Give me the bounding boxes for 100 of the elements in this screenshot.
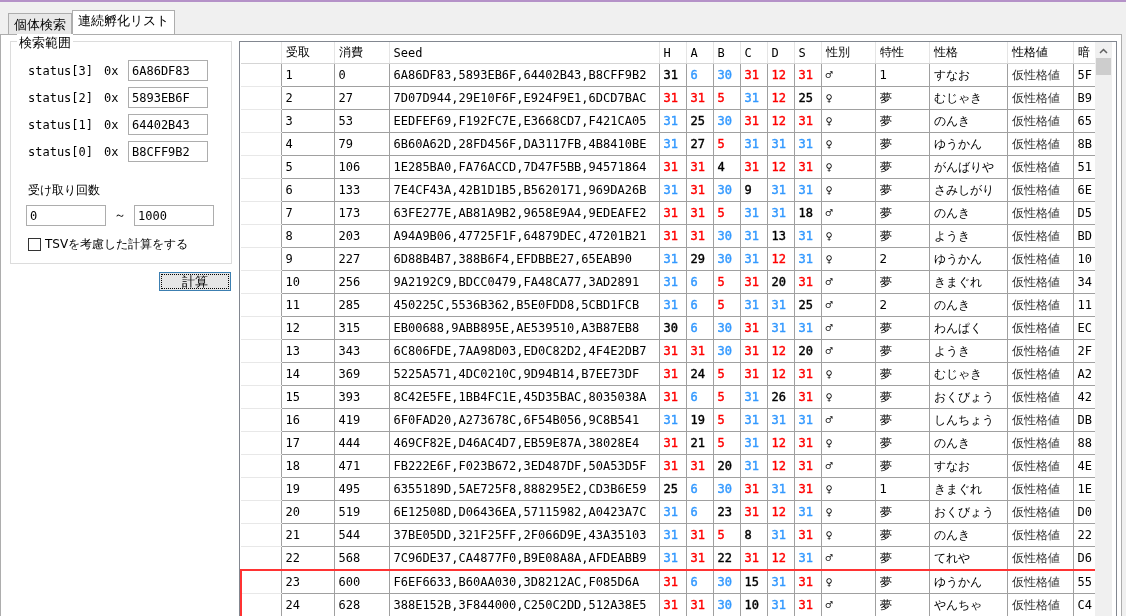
- column-header[interactable]: S: [794, 42, 821, 64]
- column-header[interactable]: 性格値: [1007, 42, 1073, 64]
- table-cell: ♀: [821, 247, 875, 271]
- table-cell: ♀: [821, 500, 875, 524]
- table-cell: 6355189D,5AE725F8,888295E2,CD3B6E59: [389, 477, 659, 501]
- iv-value: 30: [717, 344, 732, 358]
- table-cell: 夢: [875, 86, 929, 110]
- table-cell: 315: [334, 316, 389, 340]
- status-field[interactable]: 5893EB6F: [128, 87, 208, 108]
- iv-value: 31: [744, 482, 759, 496]
- range-separator: ～: [114, 207, 126, 224]
- iv-value: 15: [744, 575, 759, 589]
- column-header[interactable]: 消費: [334, 42, 389, 64]
- table-cell: すなお: [929, 454, 1007, 478]
- iv-value: 31: [771, 528, 786, 542]
- table-cell: 21: [281, 523, 334, 547]
- scrollbar-thumb[interactable]: [1096, 58, 1111, 75]
- iv-value: 5: [717, 436, 725, 450]
- iv-value: 6: [690, 321, 698, 335]
- column-header[interactable]: 性格: [929, 42, 1007, 64]
- iv-value: 31: [663, 183, 678, 197]
- column-header[interactable]: C: [740, 42, 767, 64]
- table-cell: すなお: [929, 63, 1007, 87]
- column-header[interactable]: B: [713, 42, 740, 64]
- table-cell: 仮性格値: [1007, 408, 1073, 432]
- table-cell: ♀: [821, 570, 875, 594]
- iv-value: 31: [771, 298, 786, 312]
- iv-value: 31: [690, 91, 705, 105]
- range-to-field[interactable]: 1000: [134, 205, 214, 226]
- column-header[interactable]: A: [686, 42, 713, 64]
- table-cell: 2: [875, 293, 929, 317]
- iv-value: 5: [717, 275, 725, 289]
- table-cell: さみしがり: [929, 178, 1007, 202]
- iv-value: 5: [717, 390, 725, 404]
- table-cell: 夢: [875, 270, 929, 294]
- iv-value: 31: [771, 321, 786, 335]
- hex-prefix: 0x: [104, 63, 120, 78]
- range-from-field[interactable]: 0: [26, 205, 106, 226]
- table-cell: 6B60A62D,28FD456F,DA3117FB,4B8410BE: [389, 132, 659, 156]
- status-field[interactable]: 64402B43: [128, 114, 208, 135]
- iv-value: 31: [798, 436, 813, 450]
- iv-value: 31: [798, 482, 813, 496]
- table-cell: 600: [334, 570, 389, 594]
- table-cell: 夢: [875, 431, 929, 455]
- table-cell: 夢: [875, 178, 929, 202]
- iv-value: 20: [798, 344, 813, 358]
- table-cell: 23: [281, 570, 334, 594]
- table-cell: ♀: [821, 155, 875, 179]
- status-field[interactable]: B8CFF9B2: [128, 141, 208, 162]
- table-cell: ♂: [821, 270, 875, 294]
- iv-value: 30: [717, 183, 732, 197]
- iv-value: 20: [771, 275, 786, 289]
- tab[interactable]: 連続孵化リスト: [72, 10, 175, 34]
- iv-value: 31: [744, 160, 759, 174]
- column-header[interactable]: D: [767, 42, 794, 64]
- iv-value: 31: [690, 160, 705, 174]
- table-cell: 夢: [875, 454, 929, 478]
- table-cell: EEDFEF69,F192FC7E,E3668CD7,F421CA05: [389, 109, 659, 133]
- iv-value: 31: [771, 575, 786, 589]
- table-cell: ♂: [821, 454, 875, 478]
- column-header[interactable]: 特性: [875, 42, 929, 64]
- table-cell: むじゃき: [929, 86, 1007, 110]
- iv-value: 25: [798, 298, 813, 312]
- table-cell: 1: [281, 63, 334, 87]
- scrollbar[interactable]: [1095, 42, 1112, 616]
- column-header[interactable]: 性別: [821, 42, 875, 64]
- table-cell: 444: [334, 431, 389, 455]
- table-cell: 1: [875, 63, 929, 87]
- table-cell: おくびょう: [929, 500, 1007, 524]
- iv-value: 31: [798, 459, 813, 473]
- table-cell: 夢: [875, 224, 929, 248]
- table-cell: ♂: [821, 339, 875, 363]
- iv-value: 6: [690, 482, 698, 496]
- table-cell: 15: [281, 385, 334, 409]
- column-header[interactable]: H: [659, 42, 686, 64]
- iv-value: 31: [771, 137, 786, 151]
- iv-value: 30: [717, 114, 732, 128]
- iv-value: 31: [690, 206, 705, 220]
- tab[interactable]: 個体検索: [8, 13, 72, 34]
- table-cell: 仮性格値: [1007, 109, 1073, 133]
- table-cell: ♂: [821, 316, 875, 340]
- status-label: status[3]: [28, 63, 95, 78]
- iv-value: 19: [690, 413, 705, 427]
- checkbox[interactable]: [28, 238, 41, 251]
- calculate-button[interactable]: 計算: [159, 272, 231, 291]
- iv-value: 31: [663, 367, 678, 381]
- table-cell: 夢: [875, 155, 929, 179]
- status-label: status[0]: [28, 144, 95, 159]
- table-cell: ♀: [821, 523, 875, 547]
- iv-value: 31: [798, 183, 813, 197]
- iv-value: 31: [663, 528, 678, 542]
- table-cell: 夢: [875, 316, 929, 340]
- table-cell: 20: [281, 500, 334, 524]
- status-field[interactable]: 6A86DF83: [128, 60, 208, 81]
- column-header[interactable]: Seed: [389, 42, 659, 64]
- table-cell: ゆうかん: [929, 247, 1007, 271]
- checkbox-label: TSVを考慮した計算をする: [45, 236, 189, 253]
- iv-value: 9: [744, 183, 752, 197]
- column-header[interactable]: 受取: [281, 42, 334, 64]
- iv-value: 31: [798, 275, 813, 289]
